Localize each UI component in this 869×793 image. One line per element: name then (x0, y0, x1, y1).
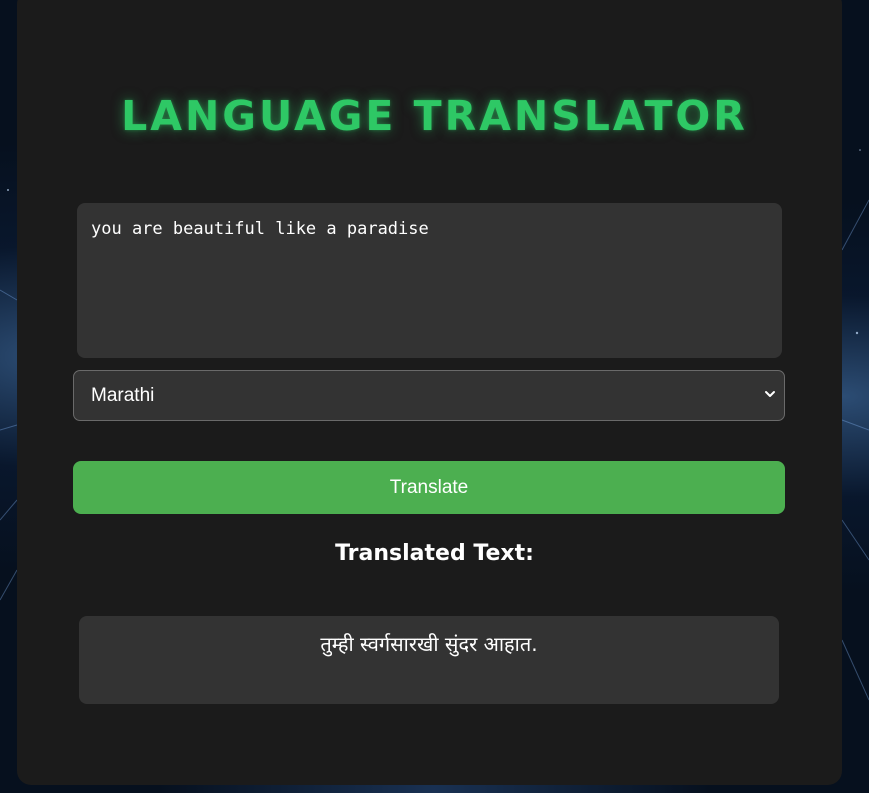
translate-button[interactable]: Translate (73, 461, 785, 514)
chevron-down-icon (765, 391, 775, 397)
translated-text-value: तुम्ही स्वर्गसारखी सुंदर आहात. (320, 632, 538, 656)
source-text-input[interactable]: you are beautiful like a paradise (77, 203, 782, 358)
translated-text-heading: Translated Text: (335, 541, 534, 566)
page-title: LANGUAGE TRANSLATOR (121, 92, 748, 140)
language-select-value: Marathi (91, 385, 155, 406)
language-select[interactable]: Marathi (73, 370, 785, 421)
translated-text-output: तुम्ही स्वर्गसारखी सुंदर आहात. (79, 616, 779, 704)
